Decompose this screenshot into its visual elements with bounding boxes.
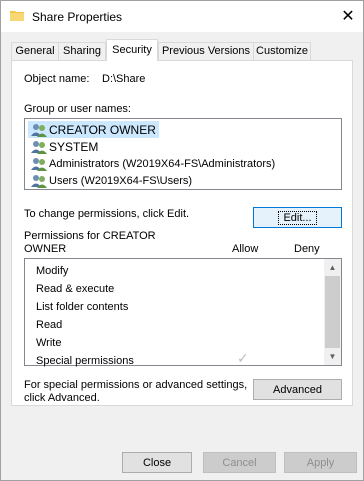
tab-security[interactable]: Security [106, 39, 158, 61]
group-item-label: SYSTEM [49, 139, 99, 154]
user-group-icon [31, 140, 47, 154]
tab-customize[interactable]: Customize [253, 42, 311, 60]
group-item-users[interactable]: Users (W2019X64-FS\Users) [31, 172, 192, 189]
group-item-label: Administrators (W2019X64-FS\Administrato… [49, 157, 276, 170]
folder-icon [10, 11, 24, 21]
advanced-text-line1: For special permissions or advanced sett… [24, 379, 248, 391]
close-button[interactable]: Close [122, 452, 192, 473]
permissions-title-line2: OWNER [24, 243, 67, 255]
group-names-label: Group or user names: [24, 103, 131, 115]
permission-row-read-execute: Read & execute [36, 283, 115, 295]
tab-sharing[interactable]: Sharing [58, 42, 106, 60]
permission-row-list-folder: List folder contents [36, 301, 129, 313]
title-bar: Share Properties ✕ [1, 1, 363, 32]
allow-check-icon: ✓ [237, 350, 249, 366]
permissions-title-line1: Permissions for CREATOR [24, 230, 156, 242]
edit-button-label: Edit... [278, 210, 317, 225]
permissions-list[interactable]: Modify Read & execute List folder conten… [24, 258, 342, 367]
scroll-up-icon[interactable]: ▲ [324, 259, 341, 276]
close-window-button[interactable]: ✕ [337, 5, 359, 27]
object-name-label: Object name: [24, 73, 90, 85]
permission-row-special: Special permissions [36, 355, 134, 367]
security-panel: Object name: D:\Share Group or user name… [11, 60, 353, 406]
user-group-icon [31, 157, 47, 171]
cancel-button[interactable]: Cancel [203, 452, 276, 473]
group-item-label: Users (W2019X64-FS\Users) [49, 174, 193, 187]
window-title: Share Properties [32, 10, 123, 24]
permissions-scrollbar[interactable]: ▲ ▼ [324, 259, 341, 365]
object-name-value: D:\Share [102, 73, 146, 85]
user-group-icon [31, 174, 47, 188]
permission-row-read: Read [36, 319, 63, 331]
scroll-down-icon[interactable]: ▼ [324, 348, 341, 365]
group-list[interactable]: CREATOR OWNER SYSTEM Administrators (W20… [24, 118, 342, 190]
edit-button[interactable]: Edit... [253, 207, 342, 228]
tab-previous-versions[interactable]: Previous Versions [158, 42, 254, 60]
tab-general[interactable]: General [11, 42, 59, 60]
properties-window: Share Properties ✕ General Sharing Secur… [0, 0, 364, 481]
user-group-icon [31, 123, 47, 137]
advanced-button[interactable]: Advanced [253, 379, 342, 400]
group-item-creator-owner[interactable]: CREATOR OWNER [28, 121, 159, 138]
permission-row-write: Write [36, 337, 62, 349]
group-item-label: CREATOR OWNER [49, 122, 156, 137]
advanced-text-line2: click Advanced. [24, 392, 100, 404]
allow-column-header: Allow [232, 243, 259, 255]
group-item-system[interactable]: SYSTEM [31, 138, 98, 155]
group-item-administrators[interactable]: Administrators (W2019X64-FS\Administrato… [31, 155, 275, 172]
scroll-thumb[interactable] [325, 276, 340, 348]
change-permissions-text: To change permissions, click Edit. [24, 208, 190, 220]
apply-button[interactable]: Apply [284, 452, 357, 473]
deny-column-header: Deny [294, 243, 320, 255]
permission-row-modify: Modify [36, 265, 69, 277]
close-icon: ✕ [341, 8, 355, 25]
